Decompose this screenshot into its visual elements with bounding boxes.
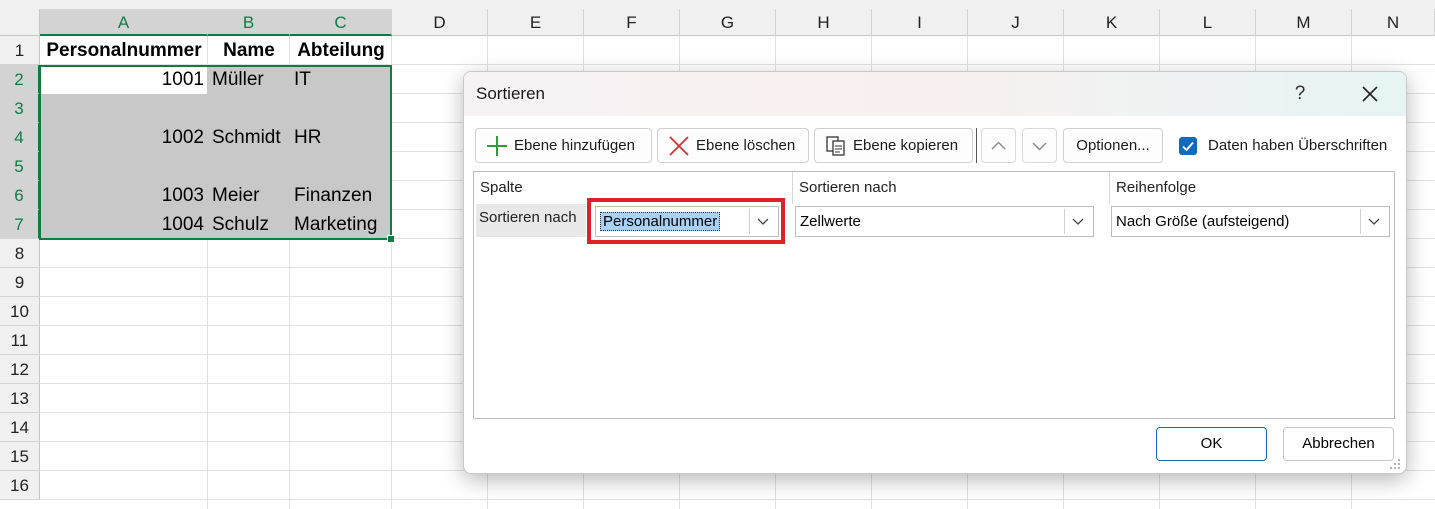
dialog-title: Sortieren	[476, 84, 545, 103]
row-header-15[interactable]: 15	[0, 442, 40, 471]
checkmark-icon	[1182, 141, 1194, 152]
column-header-j[interactable]: J	[968, 9, 1064, 36]
chevron-down-icon	[1032, 142, 1047, 151]
row-header-16[interactable]: 16	[0, 471, 40, 500]
close-icon	[1362, 86, 1378, 102]
cell-a4[interactable]: 1002	[40, 123, 208, 152]
dialog-titlebar[interactable]: Sortieren ?	[464, 72, 1406, 116]
move-up-button[interactable]	[981, 128, 1016, 163]
row-header-14[interactable]: 14	[0, 413, 40, 442]
sort-dialog: Sortieren ? Ebene hinzufügen Ebene lösch…	[463, 71, 1407, 474]
cell-b6[interactable]: Meier	[208, 181, 290, 210]
row-header-12[interactable]: 12	[0, 355, 40, 384]
gridline	[40, 499, 1435, 500]
row-header-1[interactable]: 1	[0, 36, 40, 65]
plus-icon	[487, 136, 507, 156]
cell-c1[interactable]: Abteilung	[290, 36, 392, 65]
headers-checkbox[interactable]	[1179, 137, 1197, 155]
delete-level-label: Ebene löschen	[696, 137, 796, 154]
help-button[interactable]: ?	[1284, 78, 1316, 110]
sort-on-select-dropdown[interactable]	[1064, 209, 1091, 234]
cell-b1[interactable]: Name	[208, 36, 290, 65]
add-level-button[interactable]: Ebene hinzufügen	[475, 128, 652, 163]
column-header-m[interactable]: M	[1256, 9, 1352, 36]
cell-b2[interactable]: Müller	[208, 65, 290, 94]
ok-button[interactable]: OK	[1156, 427, 1267, 461]
column-header-h[interactable]: H	[776, 9, 872, 36]
column-header-g[interactable]: G	[680, 9, 776, 36]
sort-on-select[interactable]: Zellwerte	[795, 206, 1094, 237]
resize-grip-icon[interactable]	[1389, 458, 1401, 470]
chevron-down-icon	[1368, 218, 1380, 225]
cell-a1[interactable]: Personalnummer	[40, 36, 208, 65]
row-header-7[interactable]: 7	[0, 210, 40, 239]
column-header-k[interactable]: K	[1064, 9, 1160, 36]
order-select[interactable]: Nach Größe (aufsteigend)	[1111, 206, 1390, 237]
chevron-up-icon	[991, 141, 1006, 150]
cancel-button[interactable]: Abbrechen	[1283, 427, 1394, 461]
ribbon-edge	[0, 0, 1435, 9]
row-header-4[interactable]: 4	[0, 123, 40, 152]
toolbar-separator	[976, 128, 977, 163]
column-header-e[interactable]: E	[488, 9, 584, 36]
move-down-button[interactable]	[1022, 128, 1057, 163]
row-header-2[interactable]: 2	[0, 65, 40, 94]
cell-b7[interactable]: Schulz	[208, 210, 290, 239]
copy-icon	[826, 136, 845, 156]
row-header-9[interactable]: 9	[0, 268, 40, 297]
chevron-down-icon	[1072, 218, 1084, 225]
options-label: Optionen...	[1076, 137, 1150, 154]
column-header-c[interactable]: C	[290, 9, 392, 36]
sort-on-select-value: Zellwerte	[800, 213, 861, 230]
column-header-f[interactable]: F	[584, 9, 680, 36]
column-header-a[interactable]: A	[40, 9, 208, 36]
column-header-i[interactable]: I	[872, 9, 968, 36]
row-header-10[interactable]: 10	[0, 297, 40, 326]
column-header-l[interactable]: L	[1160, 9, 1256, 36]
row-header-13[interactable]: 13	[0, 384, 40, 413]
cell-c2[interactable]: IT	[290, 65, 392, 94]
close-button[interactable]	[1352, 78, 1388, 110]
column-header-d[interactable]: D	[392, 9, 488, 36]
row-header-5[interactable]: 5	[0, 152, 40, 181]
delete-x-icon	[669, 136, 689, 156]
copy-level-label: Ebene kopieren	[853, 137, 959, 154]
cell-a2[interactable]: 1001	[40, 65, 208, 94]
row-header-3[interactable]: 3	[0, 94, 40, 123]
options-button[interactable]: Optionen...	[1063, 128, 1163, 163]
delete-level-button[interactable]: Ebene löschen	[657, 128, 809, 163]
order-select-dropdown[interactable]	[1360, 209, 1387, 234]
sort-level-label: Sortieren nach	[476, 204, 586, 237]
highlight-annotation	[587, 198, 785, 244]
row-header-6[interactable]: 6	[0, 181, 40, 210]
headers-checkbox-label[interactable]: Daten haben Überschriften	[1208, 128, 1387, 163]
cell-a6[interactable]: 1003	[40, 181, 208, 210]
cell-b4[interactable]: Schmidt	[208, 123, 292, 152]
order-select-value: Nach Größe (aufsteigend)	[1116, 213, 1290, 230]
cell-a7[interactable]: 1004	[40, 210, 208, 239]
add-level-label: Ebene hinzufügen	[514, 137, 635, 154]
cell-c6[interactable]: Finanzen	[290, 181, 392, 210]
copy-level-button[interactable]: Ebene kopieren	[814, 128, 973, 163]
column-header-b[interactable]: B	[208, 9, 290, 36]
cell-c4[interactable]: HR	[290, 123, 392, 152]
column-header-n[interactable]: N	[1352, 9, 1435, 36]
column-header-order: Reihenfolge	[1109, 172, 1394, 204]
row-header-8[interactable]: 8	[0, 239, 40, 268]
row-header-11[interactable]: 11	[0, 326, 40, 355]
select-all-corner[interactable]	[0, 9, 40, 36]
cell-c7[interactable]: Marketing	[290, 210, 392, 239]
column-header-sort-on: Sortieren nach	[792, 172, 1110, 204]
